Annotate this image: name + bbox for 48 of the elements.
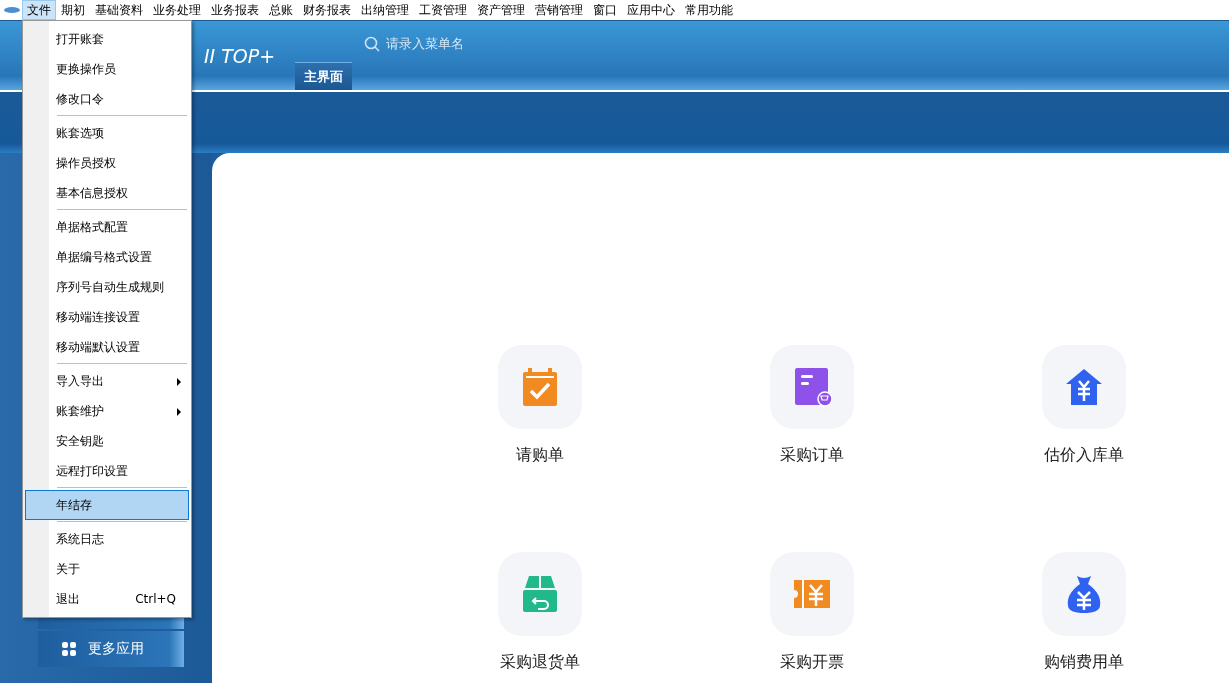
- menu-bar-item[interactable]: 业务报表: [206, 0, 264, 20]
- menu-bar-item[interactable]: 应用中心: [622, 0, 680, 20]
- app-shortcut[interactable]: 采购开票: [676, 552, 948, 673]
- menu-item[interactable]: 账套维护: [25, 396, 189, 426]
- menu-item[interactable]: 退出 Ctrl+Q: [25, 584, 189, 614]
- submenu-arrow-icon: [177, 408, 181, 416]
- menu-bar-item[interactable]: 窗口: [588, 0, 622, 20]
- menu-item[interactable]: 关于: [25, 554, 189, 584]
- menu-item[interactable]: 单据格式配置: [25, 212, 189, 242]
- app-icon[interactable]: [4, 6, 20, 14]
- app-shortcut[interactable]: 购销费用单: [948, 552, 1220, 673]
- menu-item[interactable]: 导入导出: [25, 366, 189, 396]
- app-shortcut[interactable]: 采购订单: [676, 345, 948, 466]
- menu-bar-item[interactable]: 期初: [56, 0, 90, 20]
- menu-item[interactable]: 移动端默认设置: [25, 332, 189, 362]
- menu-bar-item[interactable]: 财务报表: [298, 0, 356, 20]
- menu-bar-item[interactable]: 常用功能: [680, 0, 738, 20]
- menu-item[interactable]: 账套选项: [25, 118, 189, 148]
- menu-item[interactable]: 安全钥匙: [25, 426, 189, 456]
- menu-item[interactable]: 打开账套: [25, 24, 189, 54]
- menu-item[interactable]: 操作员授权: [25, 148, 189, 178]
- menu-item[interactable]: 年结存: [25, 490, 189, 520]
- app-shortcut[interactable]: 采购退货单: [404, 552, 676, 673]
- search-icon: [364, 35, 380, 52]
- menu-bar-item[interactable]: 业务处理: [148, 0, 206, 20]
- app-shortcut[interactable]: 请购单: [404, 345, 676, 466]
- submenu-arrow-icon: [177, 378, 181, 386]
- main-tab[interactable]: 主界面: [295, 62, 352, 90]
- grid-icon: [62, 642, 76, 656]
- menu-item[interactable]: 系统日志: [25, 524, 189, 554]
- menu-item[interactable]: 远程打印设置: [25, 456, 189, 486]
- menu-bar-item[interactable]: 资产管理: [472, 0, 530, 20]
- menu-bar-item[interactable]: 工资管理: [414, 0, 472, 20]
- menu-bar-item[interactable]: 营销管理: [530, 0, 588, 20]
- menu-bar-item[interactable]: 出纳管理: [356, 0, 414, 20]
- menu-item[interactable]: 序列号自动生成规则: [25, 272, 189, 302]
- sidebar-item[interactable]: 更多应用: [38, 631, 184, 667]
- menu-bar-item[interactable]: 基础资料: [90, 0, 148, 20]
- menu-item[interactable]: 移动端连接设置: [25, 302, 189, 332]
- menu-item[interactable]: 基本信息授权: [25, 178, 189, 208]
- menu-item[interactable]: 更换操作员: [25, 54, 189, 84]
- menu-bar-item[interactable]: 文件: [22, 0, 56, 20]
- menu-bar-item[interactable]: 总账: [264, 0, 298, 20]
- search-field[interactable]: 请录入菜单名: [364, 35, 508, 52]
- menu-item[interactable]: 修改口令: [25, 84, 189, 114]
- menu-item[interactable]: 单据编号格式设置: [25, 242, 189, 272]
- app-shortcut[interactable]: 估价入库单: [948, 345, 1220, 466]
- logo-text: II TOP+: [204, 45, 276, 67]
